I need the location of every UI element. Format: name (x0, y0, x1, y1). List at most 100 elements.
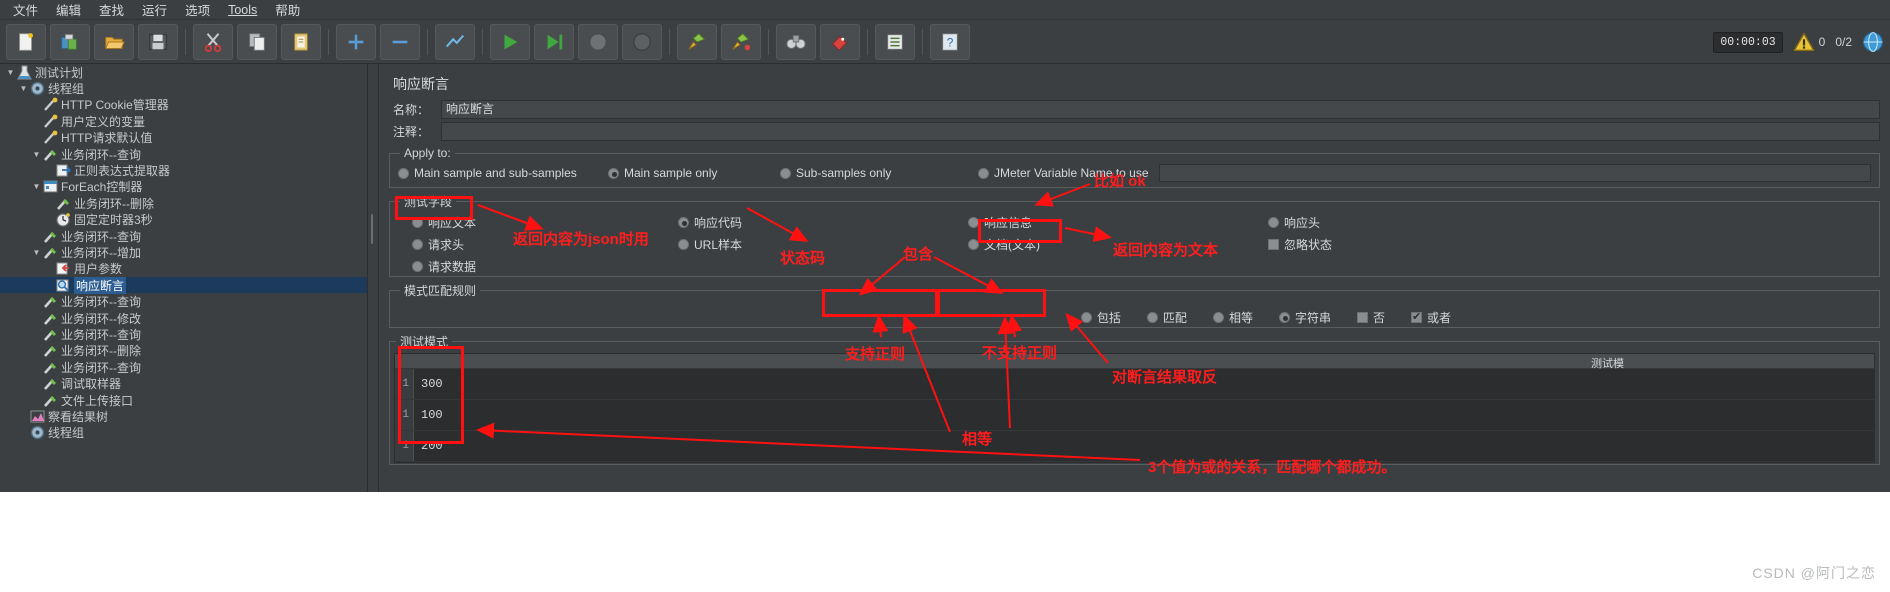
radio-indicator[interactable] (678, 217, 689, 228)
radio-indicator[interactable] (978, 167, 989, 179)
radio-indicator[interactable] (412, 261, 423, 272)
radio-indicator[interactable] (968, 217, 979, 228)
templates-button[interactable] (50, 23, 90, 60)
tree-item-3[interactable]: 用户定义的变量 (0, 113, 367, 129)
new-test-plan-button[interactable] (6, 23, 46, 60)
name-input[interactable]: 响应断言 (441, 100, 1880, 119)
panel-splitter[interactable] (368, 64, 376, 492)
radio-indicator[interactable] (1212, 311, 1224, 323)
tree-item-19[interactable]: 调试取样器 (0, 375, 367, 391)
expand-all-button[interactable] (336, 23, 376, 60)
comment-input[interactable] (441, 122, 1880, 141)
radio-indicator[interactable] (1080, 311, 1092, 323)
radio-indicator[interactable] (1278, 311, 1290, 323)
globe-icon[interactable] (1862, 31, 1884, 53)
clear-all-button[interactable] (721, 23, 761, 60)
start-button[interactable] (490, 23, 530, 60)
pattern-rule-option-3[interactable]: 字符串 (1278, 309, 1331, 326)
pattern-rule-option-5[interactable]: 或者 (1410, 309, 1451, 326)
tree-item-18[interactable]: 业务闭环--查询 (0, 359, 367, 375)
test-plan-tree[interactable]: ▼ 测试计划 ▼ 线程组 HTTP Cookie管理器 用户定义的变量 HTTP请求默认值 ▼… (0, 64, 368, 492)
radio-indicator[interactable] (398, 167, 409, 179)
tree-item-9[interactable]: 固定定时器3秒 (0, 212, 367, 228)
tree-item-14[interactable]: 业务闭环--查询 (0, 293, 367, 309)
tree-item-1[interactable]: ▼ 线程组 (0, 80, 367, 96)
pattern-rule-option-2[interactable]: 相等 (1212, 309, 1253, 326)
test-field-col2-option-1[interactable]: URL样本 (678, 237, 968, 252)
test-pattern-value[interactable]: 100 (414, 408, 443, 422)
apply-to-option-0[interactable]: Main sample and sub-samples (398, 166, 608, 180)
tree-item-6[interactable]: 正则表达式提取器 (0, 162, 367, 178)
tree-item-11[interactable]: ▼ 业务闭环--增加 (0, 244, 367, 260)
apply-to-option-2[interactable]: Sub-samples only (780, 166, 978, 180)
test-field-col1-option-0[interactable]: 响应文本 (412, 215, 678, 230)
test-field-col4-option-1[interactable]: 忽略状态 (1268, 237, 1518, 252)
tree-item-16[interactable]: 业务闭环--查询 (0, 326, 367, 342)
pattern-rule-option-1[interactable]: 匹配 (1146, 309, 1187, 326)
menu-item-0[interactable]: 文件 (4, 0, 47, 21)
radio-indicator[interactable] (678, 239, 689, 250)
radio-indicator[interactable] (412, 239, 423, 250)
test-field-col2-option-0[interactable]: 响应代码 (678, 215, 968, 230)
menu-item-2[interactable]: 查找 (90, 0, 133, 21)
checkbox-indicator[interactable] (1268, 239, 1279, 250)
tree-expander-icon[interactable]: ▼ (4, 68, 17, 77)
radio-indicator[interactable] (1146, 311, 1158, 323)
save-button[interactable] (138, 23, 178, 60)
function-helper-button[interactable] (875, 23, 915, 60)
stop-button[interactable] (578, 23, 618, 60)
apply-to-option-3[interactable]: JMeter Variable Name to use (978, 166, 1149, 180)
paste-button[interactable] (281, 23, 321, 60)
tree-item-8[interactable]: 业务闭环--删除 (0, 195, 367, 211)
radio-indicator[interactable] (412, 217, 423, 228)
menu-item-6[interactable]: 帮助 (266, 0, 309, 21)
menu-item-1[interactable]: 编辑 (47, 0, 90, 21)
cut-button[interactable] (193, 23, 233, 60)
test-field-col4-option-0[interactable]: 响应头 (1268, 215, 1518, 230)
tree-item-2[interactable]: HTTP Cookie管理器 (0, 97, 367, 113)
apply-to-option-1[interactable]: Main sample only (608, 166, 780, 180)
radio-indicator[interactable] (780, 167, 791, 179)
toggle-button[interactable] (435, 23, 475, 60)
tree-item-17[interactable]: 业务闭环--删除 (0, 343, 367, 359)
test-pattern-value[interactable]: 200 (414, 439, 443, 453)
tree-expander-icon[interactable]: ▼ (30, 182, 43, 191)
search-button[interactable] (776, 23, 816, 60)
tree-item-21[interactable]: 察看结果树 (0, 408, 367, 424)
tree-item-13[interactable]: 响应断言 (0, 276, 367, 294)
collapse-all-button[interactable] (380, 23, 420, 60)
radio-indicator[interactable] (608, 167, 619, 179)
tree-item-5[interactable]: ▼ 业务闭环--查询 (0, 146, 367, 162)
shutdown-button[interactable] (622, 23, 662, 60)
jmeter-variable-input[interactable] (1158, 164, 1871, 182)
test-pattern-value[interactable]: 300 (414, 377, 443, 391)
tree-item-22[interactable]: 线程组 (0, 425, 367, 441)
test-pattern-row[interactable]: 1 300 (395, 369, 1874, 400)
test-field-col1-option-1[interactable]: 请求头 (412, 237, 678, 252)
tree-item-10[interactable]: 业务闭环--查询 (0, 228, 367, 244)
pattern-rule-option-4[interactable]: 否 (1356, 309, 1385, 326)
tree-expander-icon[interactable]: ▼ (30, 248, 43, 257)
start-no-pauses-button[interactable] (534, 23, 574, 60)
checkbox-indicator[interactable] (1356, 311, 1368, 323)
help-button[interactable]: ? (930, 23, 970, 60)
tree-expander-icon[interactable]: ▼ (30, 150, 43, 159)
tree-expander-icon[interactable]: ▼ (17, 84, 30, 93)
menu-item-3[interactable]: 运行 (133, 0, 176, 21)
test-field-col1-option-2[interactable]: 请求数据 (412, 259, 678, 274)
test-field-col3-option-0[interactable]: 响应信息 (968, 215, 1268, 230)
clear-button[interactable] (677, 23, 717, 60)
reset-search-button[interactable] (820, 23, 860, 60)
tree-item-15[interactable]: 业务闭环--修改 (0, 310, 367, 326)
menu-item-4[interactable]: 选项 (176, 0, 219, 21)
test-patterns-table[interactable]: 测试模 1 300 1 100 1 200 (394, 353, 1875, 463)
copy-button[interactable] (237, 23, 277, 60)
test-pattern-row[interactable]: 1 200 (395, 431, 1874, 462)
tree-item-0[interactable]: ▼ 测试计划 (0, 64, 367, 80)
test-pattern-row[interactable]: 1 100 (395, 400, 1874, 431)
radio-indicator[interactable] (968, 239, 979, 250)
pattern-rule-option-0[interactable]: 包括 (1080, 309, 1121, 326)
checkbox-indicator[interactable] (1410, 310, 1422, 323)
test-field-col3-option-1[interactable]: 文档(文本) (968, 237, 1268, 252)
open-button[interactable] (94, 23, 134, 60)
